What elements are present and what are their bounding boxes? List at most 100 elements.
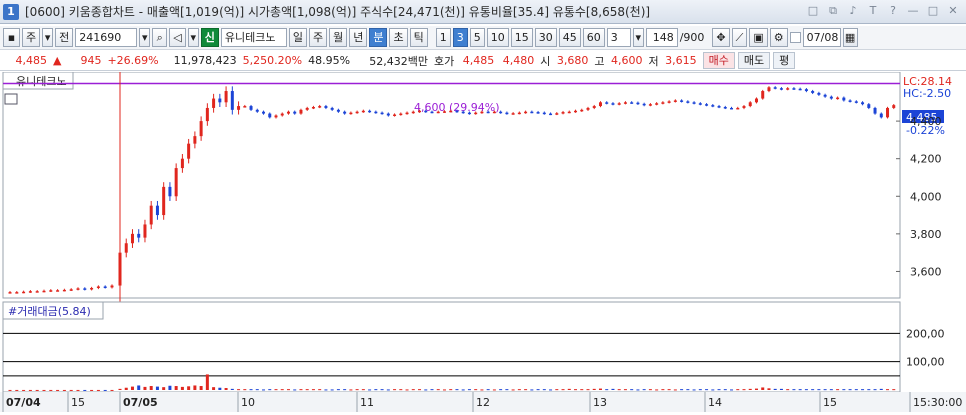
- candle-body: [811, 91, 815, 93]
- volume-bar: [149, 386, 153, 390]
- candle-body: [892, 105, 896, 108]
- volume-rate: 5,250.20%: [242, 54, 303, 67]
- candle-body: [723, 107, 727, 109]
- candle-body: [823, 94, 827, 97]
- period-second-tab[interactable]: 초: [389, 28, 408, 47]
- candle-body: [230, 91, 234, 110]
- calendar-icon[interactable]: ▦: [842, 28, 858, 47]
- open-price: 3,680: [556, 54, 589, 67]
- candle-body: [792, 88, 796, 90]
- current-price: 4,485: [15, 54, 48, 67]
- date-input[interactable]: 07/08: [802, 28, 841, 47]
- stock-name-field[interactable]: 유니테크노: [220, 28, 287, 47]
- crosshair-icon[interactable]: ✥: [712, 28, 730, 47]
- volume-bar: [705, 389, 709, 391]
- interval-60-button[interactable]: 60: [582, 28, 605, 47]
- volume-bar: [386, 389, 390, 391]
- volume-bar: [380, 389, 384, 391]
- volume-bar: [661, 389, 665, 391]
- volume-bar: [511, 389, 515, 391]
- volume-bar: [436, 389, 440, 391]
- period-day-tab[interactable]: 일: [288, 28, 307, 47]
- volume-bar: [748, 388, 752, 390]
- volume-bar: [480, 389, 484, 391]
- candle-body: [83, 288, 87, 290]
- search-icon[interactable]: ⌕: [152, 28, 168, 47]
- help-icon[interactable]: ?: [886, 4, 900, 18]
- interval-3-button[interactable]: 3: [452, 28, 468, 47]
- sound-icon[interactable]: ♪: [846, 4, 860, 18]
- close-icon[interactable]: ✕: [946, 4, 960, 18]
- period-month-tab[interactable]: 월: [329, 28, 348, 47]
- market-select[interactable]: 주: [22, 28, 41, 47]
- link-window-icon[interactable]: □: [806, 4, 820, 18]
- volume-bar: [786, 389, 790, 391]
- candle-body: [842, 97, 846, 101]
- period-minute-tab[interactable]: 분: [369, 28, 388, 47]
- candle-body: [836, 97, 840, 100]
- volume-bar: [218, 387, 222, 390]
- candle-body: [636, 102, 640, 105]
- minimize-icon[interactable]: —: [906, 4, 920, 18]
- price-tick-label: 4,000: [910, 190, 942, 203]
- volume-bar: [212, 387, 216, 390]
- period-week-tab[interactable]: 주: [308, 28, 328, 47]
- candle-body: [667, 101, 671, 103]
- candle-body: [499, 111, 503, 114]
- candle-body: [305, 107, 309, 110]
- ask-price: 4,485: [462, 54, 495, 67]
- save-icon[interactable]: ▣: [749, 28, 768, 47]
- interval-30-button[interactable]: 30: [534, 28, 557, 47]
- period-tick-tab[interactable]: 틱: [409, 28, 428, 47]
- volume-bar: [879, 388, 883, 390]
- interval-1-button[interactable]: 1: [435, 28, 451, 47]
- chart-canvas[interactable]: 유니테크노 4,600 (29.94%) LC:28.14 HC:-2.50 4…: [0, 71, 966, 412]
- date-checkbox[interactable]: [789, 32, 801, 43]
- pane-menu-icon[interactable]: [4, 93, 18, 105]
- volume-pane[interactable]: [2, 301, 901, 393]
- font-icon[interactable]: T: [866, 4, 880, 18]
- chart-area[interactable]: 유니테크노 4,600 (29.94%) LC:28.14 HC:-2.50 4…: [0, 71, 966, 412]
- candle-body: [311, 107, 315, 109]
- high-price: 4,600: [611, 54, 643, 67]
- volume-bar: [118, 388, 122, 390]
- window-controls: □ ⧉ ♪ T ? — □ ✕: [806, 4, 960, 18]
- interval-5-button[interactable]: 5: [469, 28, 485, 47]
- candle-body: [655, 103, 659, 105]
- speaker-dropdown-icon[interactable]: ▾: [187, 28, 199, 47]
- prev-stock-button[interactable]: 전: [55, 28, 74, 47]
- stock-code-input[interactable]: 241690: [75, 28, 138, 47]
- layout-menu-icon[interactable]: ▪: [3, 28, 20, 47]
- draw-line-icon[interactable]: ⟋: [731, 28, 748, 47]
- code-dropdown-icon[interactable]: ▾: [139, 28, 151, 47]
- maximize-icon[interactable]: □: [926, 4, 940, 18]
- gear-icon[interactable]: ⚙: [769, 28, 788, 47]
- interval-10-button[interactable]: 10: [486, 28, 509, 47]
- candle-body: [879, 113, 883, 118]
- interval-15-button[interactable]: 15: [510, 28, 533, 47]
- speaker-icon[interactable]: ◁: [169, 28, 186, 47]
- volume-bar: [524, 389, 528, 391]
- buy-button[interactable]: 매수: [702, 52, 735, 69]
- low-price: 3,615: [665, 54, 697, 67]
- restore-icon[interactable]: ⧉: [826, 4, 840, 18]
- period-year-tab[interactable]: 년: [349, 28, 368, 47]
- interval-dropdown-icon[interactable]: ▾: [632, 28, 644, 47]
- market-dropdown-icon[interactable]: ▾: [42, 28, 54, 47]
- candle-body: [455, 110, 459, 113]
- candle-body: [324, 106, 328, 108]
- view-count-input[interactable]: 148: [645, 28, 678, 47]
- interval-45-button[interactable]: 45: [558, 28, 581, 47]
- volume-bar: [886, 389, 890, 391]
- interval-select[interactable]: 3: [606, 28, 631, 47]
- candle-body: [779, 88, 783, 90]
- volume-bar: [861, 389, 865, 391]
- volume-bar: [83, 389, 87, 391]
- volume-bar: [698, 389, 702, 391]
- volume-bar: [630, 389, 634, 391]
- hc-label: HC:-2.50: [903, 87, 951, 100]
- flat-button[interactable]: 평: [773, 52, 796, 69]
- sell-button[interactable]: 매도: [737, 52, 771, 69]
- volume-bar: [230, 388, 234, 390]
- volume-bar: [124, 387, 128, 390]
